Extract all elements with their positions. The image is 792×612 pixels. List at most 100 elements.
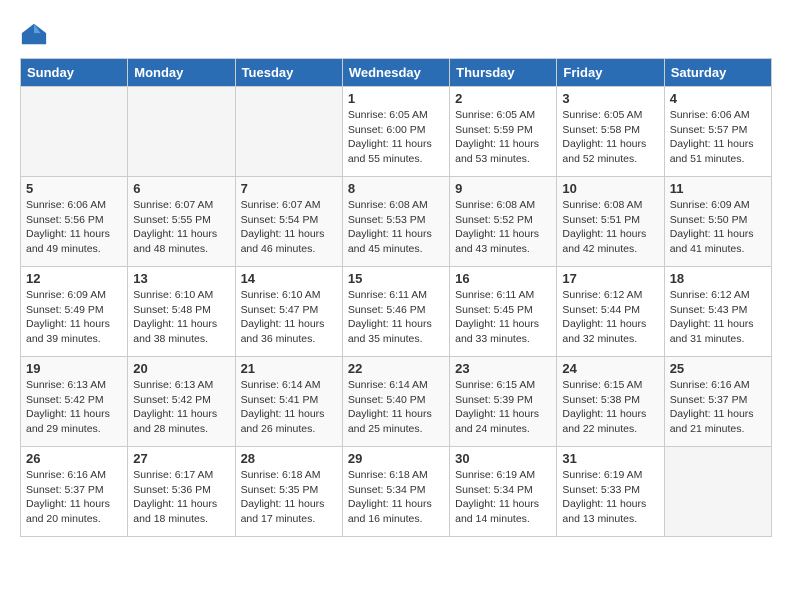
calendar-cell: 30 Sunrise: 6:19 AMSunset: 5:34 PMDayligh… — [450, 447, 557, 537]
day-number: 4 — [670, 91, 766, 106]
day-info: Sunrise: 6:09 AMSunset: 5:49 PMDaylight:… — [26, 288, 122, 347]
calendar-cell: 26 Sunrise: 6:16 AMSunset: 5:37 PMDayligh… — [21, 447, 128, 537]
day-number: 30 — [455, 451, 551, 466]
calendar-cell — [664, 447, 771, 537]
day-info: Sunrise: 6:12 AMSunset: 5:44 PMDaylight:… — [562, 288, 658, 347]
day-info: Sunrise: 6:07 AMSunset: 5:54 PMDaylight:… — [241, 198, 337, 257]
day-info: Sunrise: 6:05 AMSunset: 5:58 PMDaylight:… — [562, 108, 658, 167]
day-info: Sunrise: 6:13 AMSunset: 5:42 PMDaylight:… — [26, 378, 122, 437]
day-info: Sunrise: 6:05 AMSunset: 5:59 PMDaylight:… — [455, 108, 551, 167]
logo-icon — [20, 20, 48, 48]
day-number: 17 — [562, 271, 658, 286]
calendar-cell: 18 Sunrise: 6:12 AMSunset: 5:43 PMDayligh… — [664, 267, 771, 357]
calendar-cell: 17 Sunrise: 6:12 AMSunset: 5:44 PMDayligh… — [557, 267, 664, 357]
day-number: 24 — [562, 361, 658, 376]
weekday-header-wednesday: Wednesday — [342, 59, 449, 87]
day-number: 15 — [348, 271, 444, 286]
day-number: 20 — [133, 361, 229, 376]
day-number: 14 — [241, 271, 337, 286]
day-number: 26 — [26, 451, 122, 466]
day-number: 29 — [348, 451, 444, 466]
day-number: 10 — [562, 181, 658, 196]
weekday-header-tuesday: Tuesday — [235, 59, 342, 87]
calendar-cell: 31 Sunrise: 6:19 AMSunset: 5:33 PMDayligh… — [557, 447, 664, 537]
day-info: Sunrise: 6:14 AMSunset: 5:40 PMDaylight:… — [348, 378, 444, 437]
day-info: Sunrise: 6:07 AMSunset: 5:55 PMDaylight:… — [133, 198, 229, 257]
calendar-cell: 8 Sunrise: 6:08 AMSunset: 5:53 PMDaylight… — [342, 177, 449, 267]
calendar-cell: 13 Sunrise: 6:10 AMSunset: 5:48 PMDayligh… — [128, 267, 235, 357]
day-number: 12 — [26, 271, 122, 286]
day-info: Sunrise: 6:16 AMSunset: 5:37 PMDaylight:… — [670, 378, 766, 437]
day-info: Sunrise: 6:18 AMSunset: 5:35 PMDaylight:… — [241, 468, 337, 527]
calendar-table: SundayMondayTuesdayWednesdayThursdayFrid… — [20, 58, 772, 537]
day-number: 25 — [670, 361, 766, 376]
day-number: 18 — [670, 271, 766, 286]
day-number: 27 — [133, 451, 229, 466]
calendar-cell: 2 Sunrise: 6:05 AMSunset: 5:59 PMDaylight… — [450, 87, 557, 177]
calendar-cell: 19 Sunrise: 6:13 AMSunset: 5:42 PMDayligh… — [21, 357, 128, 447]
day-info: Sunrise: 6:05 AMSunset: 6:00 PMDaylight:… — [348, 108, 444, 167]
calendar-cell: 16 Sunrise: 6:11 AMSunset: 5:45 PMDayligh… — [450, 267, 557, 357]
calendar-cell: 20 Sunrise: 6:13 AMSunset: 5:42 PMDayligh… — [128, 357, 235, 447]
page-header — [20, 20, 772, 48]
calendar-cell: 29Sunrise: 6:18 AMSunset: 5:34 PMDayligh… — [342, 447, 449, 537]
calendar-cell: 1 Sunrise: 6:05 AMSunset: 6:00 PMDaylight… — [342, 87, 449, 177]
day-number: 31 — [562, 451, 658, 466]
weekday-header-friday: Friday — [557, 59, 664, 87]
calendar-cell: 6 Sunrise: 6:07 AMSunset: 5:55 PMDaylight… — [128, 177, 235, 267]
calendar-cell: 28 Sunrise: 6:18 AMSunset: 5:35 PMDayligh… — [235, 447, 342, 537]
day-number: 6 — [133, 181, 229, 196]
day-number: 23 — [455, 361, 551, 376]
day-info: Sunrise: 6:11 AMSunset: 5:45 PMDaylight:… — [455, 288, 551, 347]
logo — [20, 20, 52, 48]
day-number: 5 — [26, 181, 122, 196]
calendar-cell: 27 Sunrise: 6:17 AMSunset: 5:36 PMDayligh… — [128, 447, 235, 537]
calendar-cell: 11 Sunrise: 6:09 AMSunset: 5:50 PMDayligh… — [664, 177, 771, 267]
calendar-cell: 4 Sunrise: 6:06 AMSunset: 5:57 PMDaylight… — [664, 87, 771, 177]
weekday-header-monday: Monday — [128, 59, 235, 87]
day-info: Sunrise: 6:10 AMSunset: 5:48 PMDaylight:… — [133, 288, 229, 347]
calendar-cell: 21 Sunrise: 6:14 AMSunset: 5:41 PMDayligh… — [235, 357, 342, 447]
day-info: Sunrise: 6:15 AMSunset: 5:38 PMDaylight:… — [562, 378, 658, 437]
calendar-cell: 9 Sunrise: 6:08 AMSunset: 5:52 PMDaylight… — [450, 177, 557, 267]
day-info: Sunrise: 6:06 AMSunset: 5:57 PMDaylight:… — [670, 108, 766, 167]
day-number: 3 — [562, 91, 658, 106]
day-info: Sunrise: 6:15 AMSunset: 5:39 PMDaylight:… — [455, 378, 551, 437]
calendar-cell: 22Sunrise: 6:14 AMSunset: 5:40 PMDayligh… — [342, 357, 449, 447]
day-info: Sunrise: 6:14 AMSunset: 5:41 PMDaylight:… — [241, 378, 337, 437]
day-number: 8 — [348, 181, 444, 196]
calendar-cell — [21, 87, 128, 177]
calendar-cell: 5Sunrise: 6:06 AMSunset: 5:56 PMDaylight… — [21, 177, 128, 267]
weekday-header-sunday: Sunday — [21, 59, 128, 87]
day-number: 7 — [241, 181, 337, 196]
day-number: 19 — [26, 361, 122, 376]
calendar-cell: 10 Sunrise: 6:08 AMSunset: 5:51 PMDayligh… — [557, 177, 664, 267]
day-info: Sunrise: 6:11 AMSunset: 5:46 PMDaylight:… — [348, 288, 444, 347]
calendar-cell — [128, 87, 235, 177]
calendar-cell — [235, 87, 342, 177]
calendar-cell: 24 Sunrise: 6:15 AMSunset: 5:38 PMDayligh… — [557, 357, 664, 447]
weekday-header-saturday: Saturday — [664, 59, 771, 87]
day-number: 13 — [133, 271, 229, 286]
day-info: Sunrise: 6:19 AMSunset: 5:33 PMDaylight:… — [562, 468, 658, 527]
weekday-header-thursday: Thursday — [450, 59, 557, 87]
day-info: Sunrise: 6:19 AMSunset: 5:34 PMDaylight:… — [455, 468, 551, 527]
day-number: 9 — [455, 181, 551, 196]
day-number: 16 — [455, 271, 551, 286]
calendar-cell: 3 Sunrise: 6:05 AMSunset: 5:58 PMDaylight… — [557, 87, 664, 177]
day-number: 2 — [455, 91, 551, 106]
day-info: Sunrise: 6:13 AMSunset: 5:42 PMDaylight:… — [133, 378, 229, 437]
day-info: Sunrise: 6:08 AMSunset: 5:52 PMDaylight:… — [455, 198, 551, 257]
day-info: Sunrise: 6:08 AMSunset: 5:53 PMDaylight:… — [348, 198, 444, 257]
day-info: Sunrise: 6:08 AMSunset: 5:51 PMDaylight:… — [562, 198, 658, 257]
day-info: Sunrise: 6:12 AMSunset: 5:43 PMDaylight:… — [670, 288, 766, 347]
day-number: 1 — [348, 91, 444, 106]
day-info: Sunrise: 6:16 AMSunset: 5:37 PMDaylight:… — [26, 468, 122, 527]
day-info: Sunrise: 6:09 AMSunset: 5:50 PMDaylight:… — [670, 198, 766, 257]
day-info: Sunrise: 6:17 AMSunset: 5:36 PMDaylight:… — [133, 468, 229, 527]
day-number: 28 — [241, 451, 337, 466]
calendar-cell: 23 Sunrise: 6:15 AMSunset: 5:39 PMDayligh… — [450, 357, 557, 447]
calendar-cell: 15 Sunrise: 6:11 AMSunset: 5:46 PMDayligh… — [342, 267, 449, 357]
day-number: 11 — [670, 181, 766, 196]
day-number: 21 — [241, 361, 337, 376]
